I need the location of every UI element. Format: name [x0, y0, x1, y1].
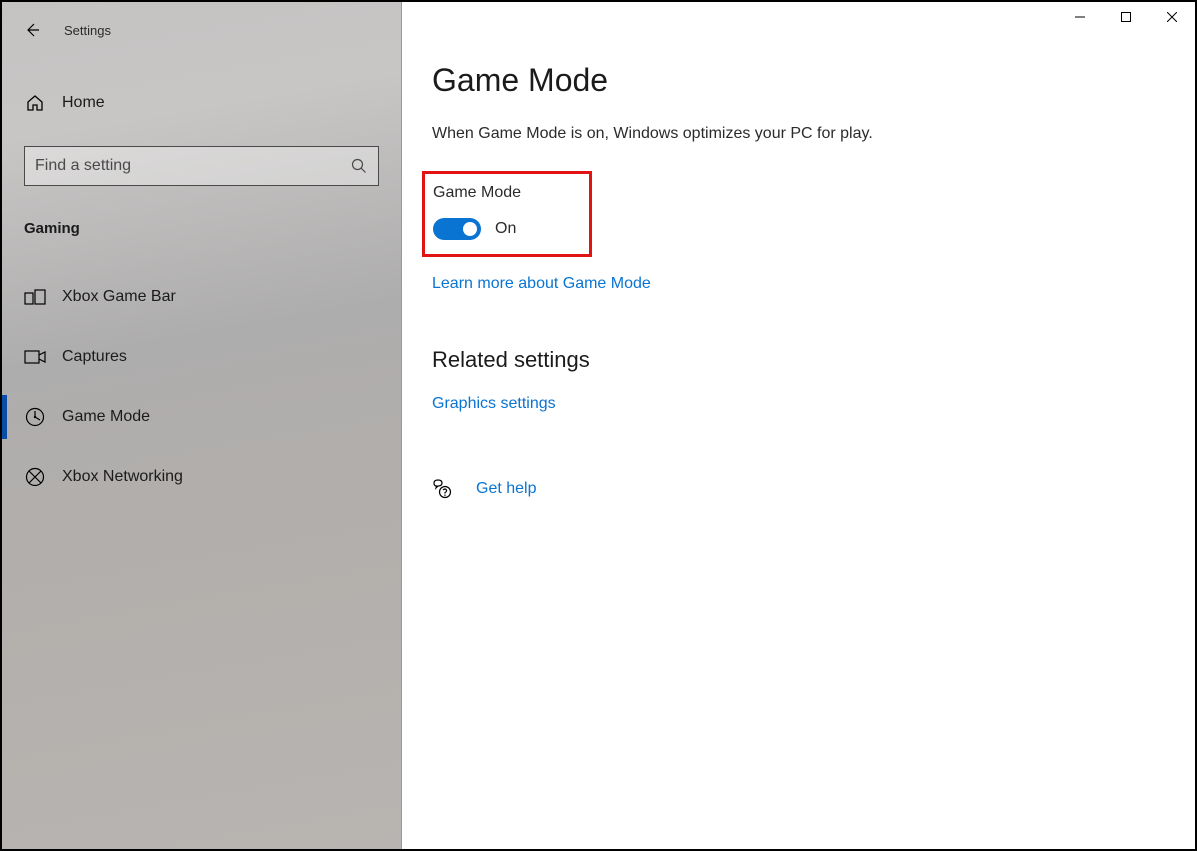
minimize-button[interactable]	[1057, 2, 1103, 32]
graphics-settings-link[interactable]: Graphics settings	[432, 395, 556, 413]
sidebar: Settings Home Gaming Xbox Game Bar	[2, 2, 402, 849]
back-button[interactable]	[20, 18, 44, 42]
header-row: Settings	[2, 14, 401, 46]
sidebar-item-xbox-networking[interactable]: Xbox Networking	[2, 447, 401, 507]
game-mode-toggle[interactable]	[433, 218, 481, 240]
page-description: When Game Mode is on, Windows optimizes …	[432, 125, 1195, 143]
main-content: Game Mode When Game Mode is on, Windows …	[402, 2, 1195, 849]
game-mode-state: On	[495, 220, 516, 238]
related-settings-header: Related settings	[432, 347, 1195, 373]
home-nav[interactable]: Home	[2, 80, 401, 126]
sidebar-item-captures[interactable]: Captures	[2, 327, 401, 387]
category-header: Gaming	[2, 206, 401, 267]
home-icon	[24, 92, 46, 114]
game-mode-label: Game Mode	[433, 184, 521, 202]
app-title: Settings	[64, 23, 111, 38]
sidebar-item-label: Game Mode	[62, 408, 150, 426]
sidebar-item-label: Xbox Game Bar	[62, 288, 176, 306]
xbox-icon	[24, 466, 46, 488]
search-wrap	[24, 146, 379, 186]
nav-list: Xbox Game Bar Captures Game Mode Xbox Ne…	[2, 267, 401, 507]
search-icon	[350, 157, 368, 175]
home-label: Home	[62, 94, 105, 112]
sidebar-item-game-mode[interactable]: Game Mode	[2, 387, 401, 447]
window-controls	[1057, 2, 1195, 32]
gamebar-icon	[24, 286, 46, 308]
learn-more-link[interactable]: Learn more about Game Mode	[432, 275, 651, 293]
page-title: Game Mode	[432, 62, 1195, 99]
sidebar-item-label: Captures	[62, 348, 127, 366]
close-button[interactable]	[1149, 2, 1195, 32]
toggle-knob	[463, 222, 477, 236]
highlight-annotation: Game Mode On	[422, 171, 592, 257]
settings-window: Settings Home Gaming Xbox Game Bar	[2, 2, 1195, 849]
get-help-link[interactable]: Get help	[476, 480, 536, 498]
help-icon	[432, 479, 452, 499]
search-input[interactable]	[35, 157, 350, 175]
maximize-button[interactable]	[1103, 2, 1149, 32]
game-mode-toggle-row: On	[433, 218, 521, 240]
sidebar-item-xbox-game-bar[interactable]: Xbox Game Bar	[2, 267, 401, 327]
search-box[interactable]	[24, 146, 379, 186]
sidebar-item-label: Xbox Networking	[62, 468, 183, 486]
captures-icon	[24, 346, 46, 368]
gamemode-icon	[24, 406, 46, 428]
help-row: Get help	[432, 479, 1195, 499]
